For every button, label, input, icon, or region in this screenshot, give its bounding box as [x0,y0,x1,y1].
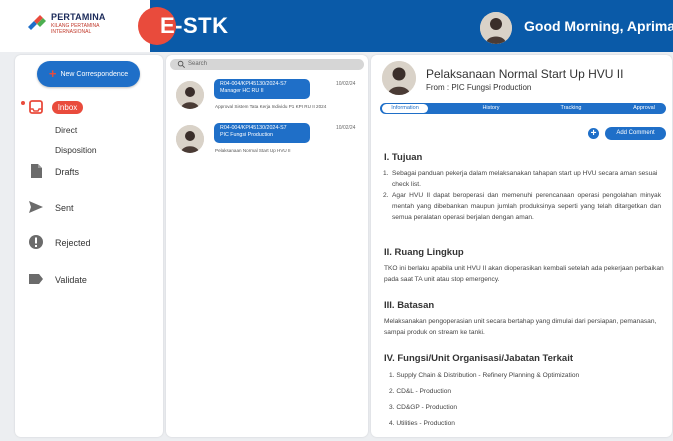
alert-icon [29,235,43,249]
list-item[interactable]: R04-004/KPI45130/2024-S7 PIC Fungsi Prod… [170,121,364,161]
person-icon [176,81,204,109]
correspondence-badge: R04-004/KPI45130/2024-S7 Manager HC RU I… [214,79,310,99]
sender-avatar [382,61,416,95]
greeting-text: Good Morning, Aprimal [524,18,673,34]
document-icon [31,164,42,178]
correspondence-badge: R04-004/KPI45130/2024-S7 PIC Fungsi Prod… [214,123,310,143]
section-heading-batasan: III. Batasan [384,300,435,311]
label-icon [29,274,43,284]
sidebar-item-drafts[interactable]: Drafts [55,167,79,177]
add-comment-icon[interactable]: + [588,128,599,139]
add-comment-button[interactable]: Add Comment [605,127,666,140]
tujuan-item-1: Sebagai panduan pekerja dalam melaksanak… [392,170,658,188]
detail-tabs: Information History Tracking Approval [380,103,666,114]
person-icon [480,12,512,44]
send-icon [29,201,43,213]
tab-information[interactable]: Information [382,104,428,113]
inbox-icon [29,100,43,114]
new-correspondence-label: New Correspondence [60,70,129,78]
sidebar: + New Correspondence Inbox Direct Dispos… [15,55,163,437]
sidebar-item-validate[interactable]: Validate [55,275,87,285]
tab-approval[interactable]: Approval [628,103,660,114]
sidebar-item-inbox[interactable]: Inbox [52,101,83,114]
plus-icon: + [48,66,57,81]
correspondence-sender: PIC Fungsi Production [220,131,273,138]
section-heading-tujuan: I. Tujuan [384,152,423,163]
list-item: 2. Agar HVU II dapat beroperasi dan meme… [383,192,661,221]
correspondence-subject: Pelaksanaan Normal Start Up HVU II [215,148,291,153]
app-name: E-STK [160,13,229,38]
section-heading-fungsi: IV. Fungsi/Unit Organisasi/Jabatan Terka… [384,353,573,364]
avatar [176,125,204,153]
sidebar-item-rejected[interactable]: Rejected [55,238,91,248]
top-header: PERTAMINA KILANG PERTAMINA INTERNASIONAL… [0,0,673,52]
correspondence-subject: Approval Sistem Tata Kerja Individu P1 K… [215,104,327,109]
correspondence-list: Search R04-004/KPI45130/2024-S7 Manager … [166,55,368,437]
fungsi-item: 1. Supply Chain & Distribution - Refiner… [389,372,580,379]
search-input[interactable]: Search [170,59,364,70]
person-icon [176,125,204,153]
list-item[interactable]: R04-004/KPI45130/2024-S7 Manager HC RU I… [170,77,364,117]
search-placeholder: Search [188,61,208,67]
logo-subtitle: KILANG PERTAMINA INTERNASIONAL [51,23,100,35]
tujuan-item-2: Agar HVU II dapat beroperasi dan memenuh… [392,192,661,221]
fungsi-item: 3. CD&GP - Production [389,404,458,411]
fungsi-item: 2. CD&L - Production [389,388,452,395]
list-item: 1. Sebagai panduan pekerja dalam melaksa… [383,168,661,190]
detail-title: Pelaksanaan Normal Start Up HVU II [426,67,624,81]
correspondence-detail: Pelaksanaan Normal Start Up HVU II From … [371,55,672,437]
section-heading-ruang-lingkup: II. Ruang Lingkup [384,247,464,258]
correspondence-date: 10/02/24 [336,81,356,87]
active-indicator [21,101,25,105]
sidebar-item-direct[interactable]: Direct [55,125,77,135]
correspondence-sender: Manager HC RU II [220,87,264,94]
avatar [176,81,204,109]
pertamina-logo-icon [28,15,46,30]
tab-tracking[interactable]: Tracking [556,103,586,114]
logo-title: PERTAMINA [51,12,106,22]
person-icon [382,61,416,95]
tab-history[interactable]: History [476,103,506,114]
batasan-text: Melaksanakan pengoperasian unit secara b… [384,318,657,336]
sidebar-item-sent[interactable]: Sent [55,203,74,213]
fungsi-item: 4. Utilities - Production [389,420,455,427]
new-correspondence-button[interactable]: + New Correspondence [37,61,140,87]
detail-from: From : PIC Fungsi Production [426,83,532,92]
search-icon [177,60,185,68]
user-avatar[interactable] [480,12,512,44]
ruang-lingkup-text: TKO ini berlaku apabila unit HVU II akan… [384,265,664,283]
sidebar-item-disposition[interactable]: Disposition [55,145,97,155]
correspondence-date: 10/02/24 [336,125,356,131]
logo-area: PERTAMINA KILANG PERTAMINA INTERNASIONAL [0,0,150,52]
